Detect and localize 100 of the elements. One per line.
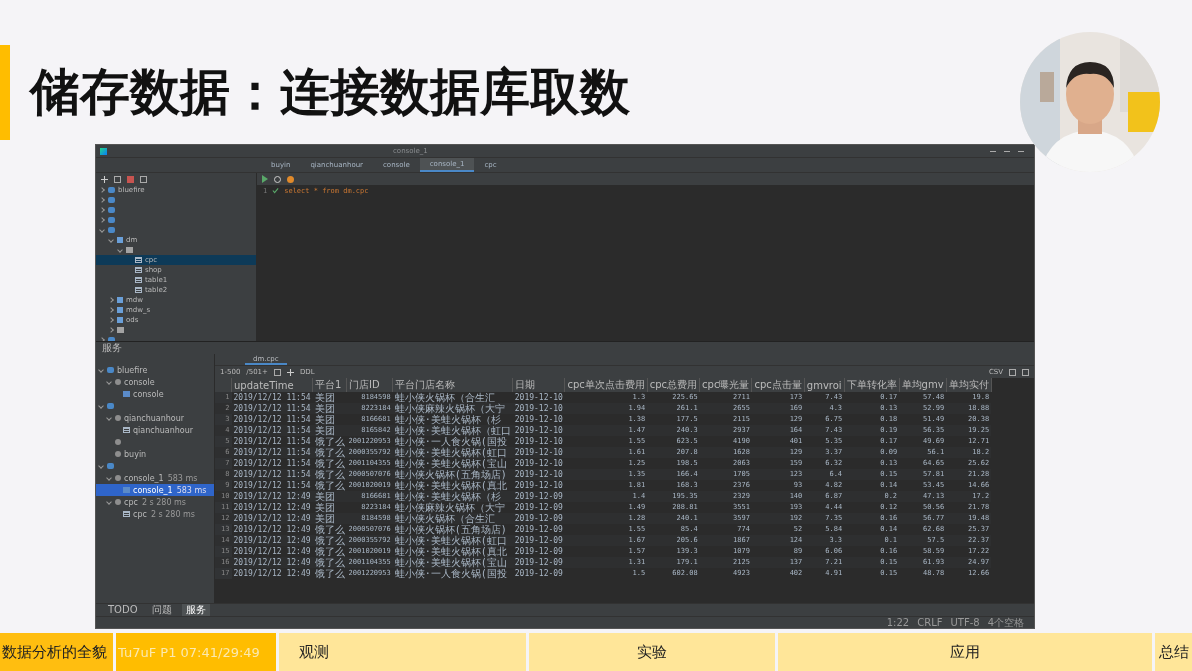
- table-cell: 2019/12/12 11:54: [231, 392, 313, 403]
- table-cell: 美团: [312, 502, 347, 513]
- table-cell: 2019/12/12 12:49: [231, 491, 313, 502]
- table-cell: 2019/12/12 12:49: [231, 535, 313, 546]
- table-cell: 饿了么: [312, 524, 347, 535]
- table-cell: 蛙小侠·美蛙火锅杯（虹口: [392, 425, 513, 436]
- slide-title: 储存数据：连接数据库取数: [30, 62, 630, 123]
- table-cell: 2019/12/12 12:49: [231, 568, 313, 579]
- tree-item[interactable]: console: [96, 388, 214, 400]
- folder-icon: [126, 247, 133, 253]
- table-cell: 2019-12-10: [512, 447, 565, 458]
- table-cell: 蛙小侠·美蛙火锅杯(宝山: [392, 557, 513, 568]
- table-cell: 2019-12-09: [512, 513, 565, 524]
- table-cell: 美团: [312, 513, 347, 524]
- tree-item[interactable]: console_1 583 ms: [96, 472, 214, 484]
- table-cell: 2019-12-09: [512, 535, 565, 546]
- status-text: 1:22: [886, 617, 910, 628]
- table-cell: 饿了么: [312, 436, 347, 447]
- table-cell: 蛙小侠火锅杯（合生汇: [392, 513, 513, 524]
- column-header[interactable]: cpc点击量: [751, 378, 805, 392]
- column-header[interactable]: 单均实付: [946, 378, 992, 392]
- table-cell: 蛙小侠·美蛙火锅杯（杉: [392, 491, 513, 502]
- column-header[interactable]: cpc曝光量: [699, 378, 752, 392]
- tree-item[interactable]: cpc 2 s 280 ms: [96, 508, 214, 520]
- table-cell: 2019/12/12 11:54: [231, 425, 313, 436]
- table-cell: 2019-12-09: [512, 524, 565, 535]
- run-icon[interactable]: [262, 175, 268, 183]
- chapter-tab[interactable]: 实验: [529, 633, 775, 671]
- timecode-label: Tu7uF P1 07:41/29:49: [116, 633, 276, 671]
- table-cell: 2019/12/12 11:54: [231, 480, 313, 491]
- table-cell: 饿了么: [312, 546, 347, 557]
- table-icon: [123, 511, 130, 517]
- table-cell: 美团: [312, 414, 347, 425]
- table-cell: 2019-12-10: [512, 469, 565, 480]
- table-cell: 蛙小侠·一人食火锅(国投: [392, 568, 513, 579]
- column-header[interactable]: 平台1: [312, 378, 347, 392]
- tree-item[interactable]: qianchuanhour: [96, 424, 214, 436]
- table-cell: 饿了么: [312, 535, 347, 546]
- table-cell: 2019-12-09: [512, 557, 565, 568]
- column-header[interactable]: 下单转化率: [844, 378, 900, 392]
- table-icon: [123, 427, 130, 433]
- add-icon[interactable]: [101, 175, 108, 183]
- table-cell: 美团: [312, 392, 347, 403]
- schema-icon: [117, 237, 123, 243]
- table-cell: 2019-12-10: [512, 403, 565, 414]
- add-icon[interactable]: [286, 368, 294, 376]
- table-cell: 蛙小侠·美蛙火锅杯(真北: [392, 480, 513, 491]
- tree-item[interactable]: buyin: [96, 448, 214, 460]
- table-cell: 2019/12/12 12:49: [231, 513, 313, 524]
- table-cell: 饿了么: [312, 469, 347, 480]
- tool-window-tab[interactable]: 服务: [181, 604, 210, 616]
- table-cell: 2019/12/12 11:54: [231, 458, 313, 469]
- table-cell: 2019/12/12 11:54: [231, 469, 313, 480]
- folder-icon: [117, 327, 124, 333]
- column-header[interactable]: 门店ID: [346, 378, 393, 392]
- chapter-tab[interactable]: 观测: [279, 633, 527, 671]
- table-cell: 蛙小侠麻辣火锅杯（大宁: [392, 502, 513, 513]
- table-cell: 饿了么: [312, 447, 347, 458]
- tree-item[interactable]: cpc 2 s 280 ms: [96, 496, 214, 508]
- tool-window-tab[interactable]: TODO: [104, 604, 142, 616]
- check-icon: [272, 187, 280, 194]
- column-header[interactable]: cpc单次点击费用: [564, 378, 648, 392]
- tree-item[interactable]: qianchuanhour: [96, 412, 214, 424]
- table-cell: 蛙小侠·一人食火锅(国投: [392, 436, 513, 447]
- tree-item[interactable]: console: [96, 376, 214, 388]
- chapter-tab[interactable]: 总结: [1155, 633, 1192, 671]
- column-header[interactable]: 单均gmv: [899, 378, 947, 392]
- table-cell: 2019/12/12 11:54: [231, 447, 313, 458]
- tool-window-tab[interactable]: 问题: [147, 604, 176, 616]
- column-header[interactable]: cpc总费用: [647, 378, 700, 392]
- tree-item[interactable]: console_1 583 ms: [96, 484, 214, 496]
- table-cell: 2019-12-09: [512, 502, 565, 513]
- table-cell: 2019-12-09: [512, 546, 565, 557]
- table-cell: 蛙小侠火锅杯(五角场店): [392, 469, 513, 480]
- column-header[interactable]: updateTime: [231, 378, 313, 392]
- table-cell: 2019-12-10: [512, 392, 565, 403]
- column-header[interactable]: gmvroi: [804, 378, 845, 392]
- table-cell: 2019-12-10: [512, 458, 565, 469]
- table-cell: 2019-12-10: [512, 425, 565, 436]
- status-text: UTF-8: [950, 617, 980, 628]
- column-header[interactable]: 平台门店名称: [392, 378, 513, 392]
- status-text: CRLF: [917, 617, 943, 628]
- panel-title: 服务: [102, 341, 122, 355]
- tree-item[interactable]: bluefire: [96, 364, 214, 376]
- status-text: 4个空格: [987, 617, 1024, 628]
- table-cell: 美团: [312, 425, 347, 436]
- table-cell: 2019/12/12 12:49: [231, 546, 313, 557]
- table-cell: 蛙小侠·美蛙火锅杯(虹口: [392, 535, 513, 546]
- table-cell: 2019/12/12 11:54: [231, 403, 313, 414]
- table-cell: 蛙小侠麻辣火锅杯（大宁: [392, 403, 513, 414]
- table-cell: 蛙小侠·美蛙火锅杯(真北: [392, 546, 513, 557]
- column-header[interactable]: 日期: [512, 378, 565, 392]
- table-cell: 美团: [312, 403, 347, 414]
- table-cell: 蛙小侠·美蛙火锅杯（杉: [392, 414, 513, 425]
- table-cell: 2019/12/12 12:49: [231, 502, 313, 513]
- database-icon: [107, 367, 114, 373]
- table-cell: 美团: [312, 491, 347, 502]
- chapter-tab[interactable]: 数据分析的全貌: [0, 633, 113, 671]
- chapter-tab[interactable]: 应用: [777, 633, 1152, 671]
- app-logo-icon: [100, 147, 107, 155]
